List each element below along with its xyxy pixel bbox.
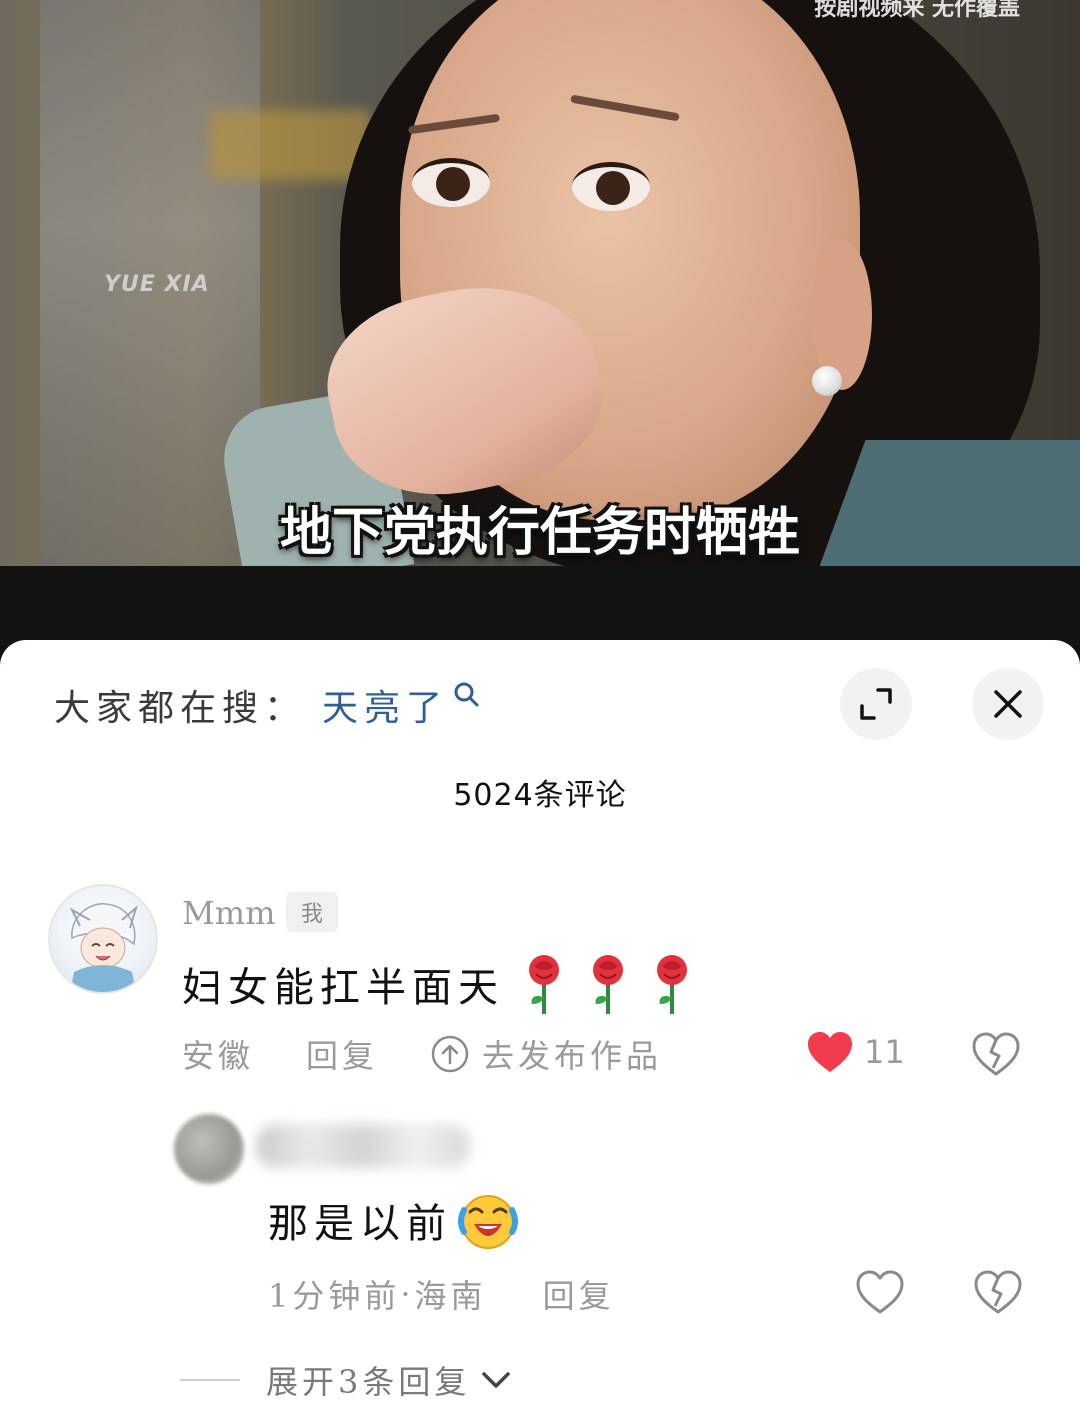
rose-icon — [593, 955, 623, 1014]
dislike-button[interactable] — [972, 1032, 1020, 1080]
reply-dislike-button[interactable] — [974, 1270, 1022, 1318]
reply-avatar[interactable] — [174, 1114, 244, 1184]
search-icon[interactable] — [452, 680, 480, 708]
broken-heart-icon — [974, 1270, 1022, 1314]
reply-like-button[interactable] — [856, 1270, 904, 1318]
anime-avatar-icon — [69, 903, 138, 992]
laughing-crying-emoji-icon — [458, 1195, 518, 1249]
video-figure-earring — [812, 366, 842, 396]
comment-location: 安徽 — [182, 1037, 255, 1075]
comment-username[interactable]: Mmm — [182, 894, 275, 932]
video-watermark: YUE XIA — [104, 272, 210, 297]
like-count: 11 — [864, 1033, 905, 1071]
rose-icon — [529, 955, 559, 1014]
close-panel-button[interactable] — [972, 668, 1044, 740]
video-background-beam — [210, 110, 370, 180]
comment-meta: 安徽 回复 去发布作品 — [182, 1031, 662, 1077]
reply-meta-separator: · — [400, 1275, 415, 1313]
comment-count: 5024条评论 — [453, 778, 627, 813]
reply-location: 海南 — [414, 1277, 487, 1315]
video-subtitle: 地下党执行任务时牺牲 — [279, 503, 800, 563]
reply-body: 那是以前 — [268, 1188, 520, 1252]
reply-username-blurred[interactable] — [256, 1124, 470, 1168]
heart-filled-icon — [808, 1032, 852, 1072]
publish-work-button[interactable]: 去发布作品 — [430, 1031, 662, 1077]
expand-replies-label: 展开3条回复 — [266, 1363, 471, 1401]
video-figure-eye — [572, 162, 650, 211]
heart-outline-icon — [856, 1270, 904, 1314]
trending-search[interactable]: 大家都在搜： 天亮了 — [54, 678, 480, 732]
avatar[interactable] — [48, 884, 158, 994]
video-top-caption: 按剧视频来 无作覆盖 — [814, 0, 1020, 21]
trending-search-term[interactable]: 天亮了 — [322, 679, 448, 731]
expand-replies-button[interactable]: 展开3条回复 — [180, 1358, 512, 1402]
rose-icon — [657, 955, 687, 1014]
close-icon — [994, 690, 1022, 718]
comment-body: 妇女能扛半面天 — [182, 952, 696, 1016]
upload-arrow-icon — [431, 1035, 469, 1073]
chevron-down-icon — [482, 1372, 511, 1388]
me-badge: 我 — [286, 892, 338, 932]
comment-panel: 大家都在搜： 天亮了 5024条评论 Mmm 我 妇女能扛半面天 安徽 回复 去… — [0, 640, 1080, 1424]
reply-button[interactable]: 回复 — [306, 1031, 378, 1077]
like-button[interactable]: 11 — [806, 1030, 905, 1074]
reply-reply-button[interactable]: 回复 — [543, 1271, 615, 1317]
trending-search-label: 大家都在搜： — [54, 688, 307, 729]
video-figure-eye — [412, 158, 490, 207]
expand-icon — [860, 688, 892, 720]
video-bottom-bar — [0, 566, 1080, 646]
broken-heart-icon — [972, 1032, 1020, 1076]
expand-divider — [180, 1379, 240, 1381]
comment-text: 妇女能扛半面天 — [182, 965, 504, 1011]
reply-text: 那是以前 — [268, 1201, 452, 1247]
expand-panel-button[interactable] — [840, 668, 912, 740]
publish-work-label: 去发布作品 — [482, 1037, 663, 1075]
video-player[interactable]: YUE XIA 按剧视频来 无作覆盖 地下党执行任务时牺牲 — [0, 0, 1080, 566]
reply-meta: 1分钟前 · 海南 回复 — [268, 1271, 615, 1317]
reply-time: 1分钟前 — [268, 1277, 401, 1315]
